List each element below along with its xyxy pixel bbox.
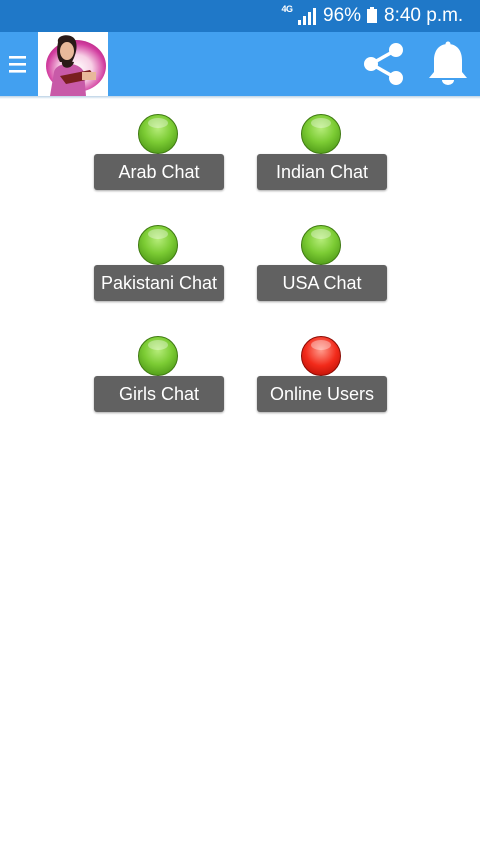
pakistani-chat-button[interactable]: Pakistani Chat <box>94 265 224 301</box>
online-users-button[interactable]: Online Users <box>257 376 387 412</box>
indian-chat-button[interactable]: Indian Chat <box>257 154 387 190</box>
arab-chat-button[interactable]: Arab Chat <box>94 154 224 190</box>
online-status-icon <box>138 225 178 265</box>
offline-status-icon <box>301 336 341 376</box>
online-status-icon <box>138 336 178 376</box>
room-tile-online-users: Online Users <box>257 336 387 416</box>
online-status-icon <box>301 114 341 154</box>
room-tile-usa: USA Chat <box>257 225 387 305</box>
room-tile-pakistani: Pakistani Chat <box>94 225 224 305</box>
online-status-icon <box>138 114 178 154</box>
chat-room-grid: Arab Chat Indian Chat Pakistani Chat USA… <box>0 0 480 853</box>
girls-chat-button[interactable]: Girls Chat <box>94 376 224 412</box>
room-tile-girls: Girls Chat <box>94 336 224 416</box>
online-status-icon <box>301 225 341 265</box>
room-tile-indian: Indian Chat <box>257 114 387 194</box>
room-tile-arab: Arab Chat <box>94 114 224 194</box>
usa-chat-button[interactable]: USA Chat <box>257 265 387 301</box>
